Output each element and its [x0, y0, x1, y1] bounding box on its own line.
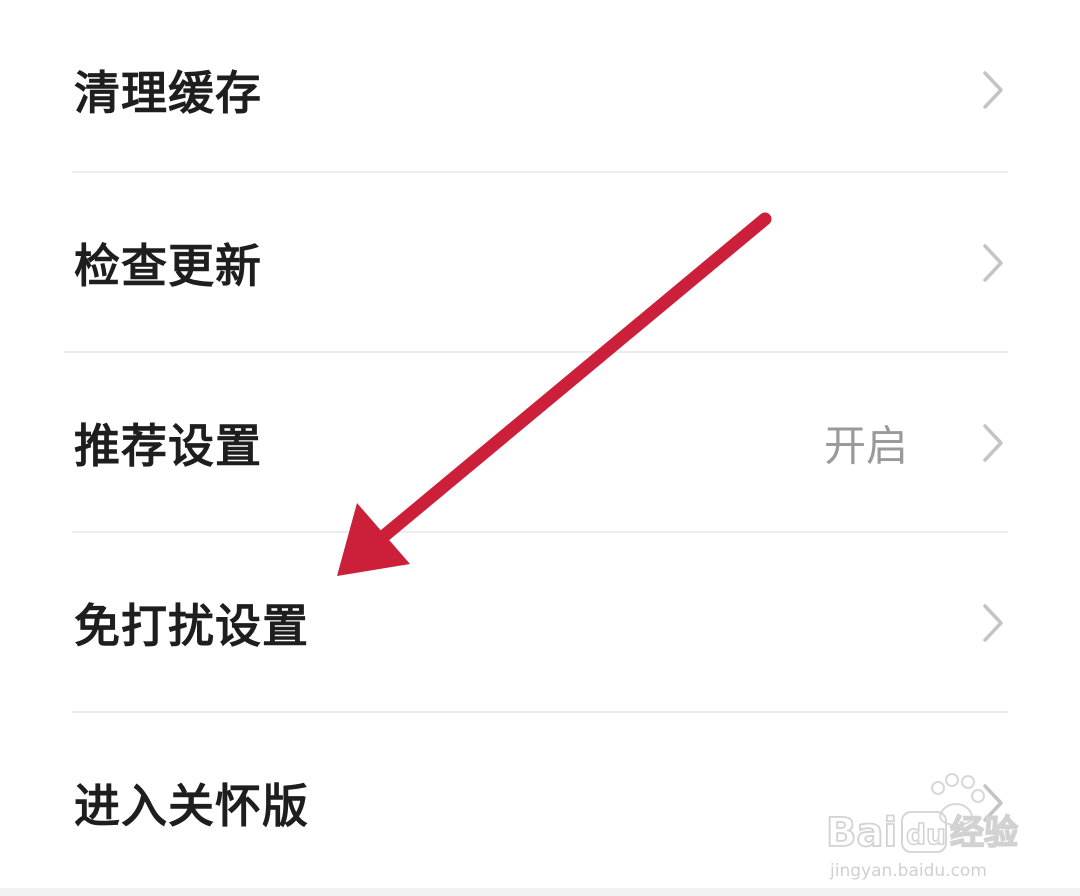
settings-item-care-mode[interactable]: 进入关怀版 — [0, 713, 1080, 893]
settings-item-do-not-disturb[interactable]: 免打扰设置 — [0, 533, 1080, 713]
chevron-right-icon — [983, 424, 1003, 462]
settings-item-label: 清理缓存 — [74, 66, 262, 120]
settings-item-label: 免打扰设置 — [74, 599, 309, 653]
settings-list: 清理缓存 检查更新 推荐设置 开启 免打扰设置 进入关怀版 — [0, 0, 1080, 896]
settings-item-label: 推荐设置 — [74, 419, 262, 473]
settings-item-value: 开启 — [823, 421, 908, 471]
settings-item-label: 进入关怀版 — [74, 779, 309, 833]
settings-item-check-update[interactable]: 检查更新 — [0, 173, 1080, 353]
bottom-edge — [0, 888, 1080, 896]
settings-item-label: 检查更新 — [74, 239, 262, 293]
chevron-right-icon — [983, 71, 1003, 109]
chevron-right-icon — [983, 604, 1003, 642]
chevron-right-icon — [983, 244, 1003, 282]
settings-item-clear-cache[interactable]: 清理缓存 — [0, 0, 1080, 180]
settings-item-recommend[interactable]: 推荐设置 开启 — [0, 353, 1080, 533]
chevron-right-icon — [983, 784, 1003, 822]
